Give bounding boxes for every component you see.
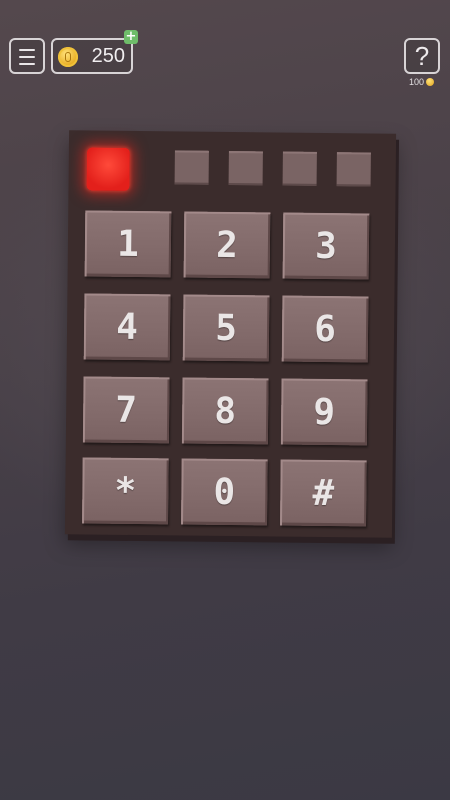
indicator-light-5 xyxy=(336,152,371,187)
coin-icon xyxy=(58,47,78,67)
indicator-light-1 xyxy=(86,147,130,191)
key-2[interactable]: 2 xyxy=(183,211,271,279)
coin-count: 250 xyxy=(91,45,125,67)
hint-cost: 100 xyxy=(409,77,435,87)
key-9[interactable]: 9 xyxy=(280,378,368,446)
hint-cost-value: 100 xyxy=(409,77,425,87)
add-coins-button[interactable]: + xyxy=(124,30,138,44)
coin-icon xyxy=(426,78,435,86)
indicator-light-4 xyxy=(282,151,317,186)
key-3[interactable]: 3 xyxy=(282,212,370,280)
key-6[interactable]: 6 xyxy=(281,295,369,363)
keypad-panel: 1 2 3 4 5 6 7 8 9 * 0 # xyxy=(64,130,397,538)
key-1[interactable]: 1 xyxy=(84,210,172,278)
coin-counter[interactable]: 250 xyxy=(51,38,133,74)
menu-button[interactable] xyxy=(9,38,45,74)
key-4[interactable]: 4 xyxy=(83,293,171,361)
key-0[interactable]: 0 xyxy=(181,458,268,526)
question-mark-icon: ? xyxy=(414,41,430,71)
key-star[interactable]: * xyxy=(82,457,169,525)
indicator-light-3 xyxy=(228,150,263,186)
key-7[interactable]: 7 xyxy=(82,376,170,444)
hint-button[interactable]: ? xyxy=(404,38,440,74)
key-hash[interactable]: # xyxy=(279,459,367,527)
key-8[interactable]: 8 xyxy=(181,377,269,445)
key-5[interactable]: 5 xyxy=(182,294,270,362)
indicator-light-2 xyxy=(174,150,209,185)
